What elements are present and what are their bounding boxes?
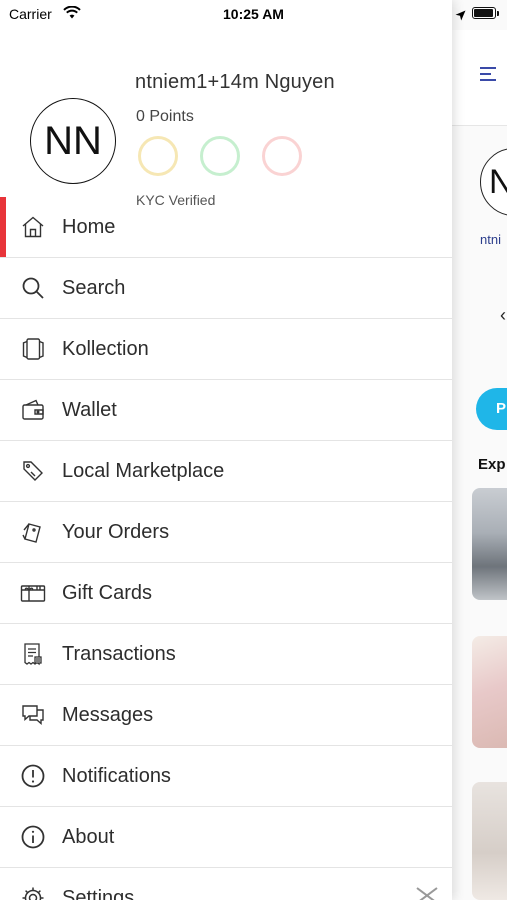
background-screen: N ntni ‹ P Exp <box>452 0 507 900</box>
user-name: ntniem1+14m Nguyen <box>135 71 335 93</box>
status-bar: Carrier 10:25 AM <box>0 0 507 30</box>
menu-item-label: Notifications <box>62 765 171 787</box>
menu-item-label: Search <box>62 277 126 299</box>
menu-item-label: Home <box>62 216 116 238</box>
info-icon <box>20 824 46 850</box>
menu-item-messages[interactable]: Messages <box>0 685 452 746</box>
drawer-menu: Home Search Kollection Wallet Local Mark… <box>0 197 452 900</box>
status-time: 10:25 AM <box>223 6 284 22</box>
avatar[interactable]: NN <box>30 98 116 184</box>
wallet-icon <box>20 397 46 423</box>
cards-icon <box>20 336 46 362</box>
side-drawer: NN ntniem1+14m Nguyen 0 Points KYC Verif… <box>0 0 452 900</box>
menu-item-search[interactable]: Search <box>0 258 452 319</box>
profile-header: NN ntniem1+14m Nguyen 0 Points KYC Verif… <box>0 30 452 208</box>
menu-item-kollection[interactable]: Kollection <box>0 319 452 380</box>
close-icon[interactable] <box>414 885 440 900</box>
chat-icon <box>20 702 46 728</box>
menu-item-home[interactable]: Home <box>0 197 452 258</box>
menu-item-label: Local Marketplace <box>62 460 225 482</box>
badge-ring <box>138 136 178 176</box>
gift-card-icon <box>20 580 46 606</box>
gear-icon <box>20 885 46 900</box>
menu-item-local-marketplace[interactable]: Local Marketplace <box>0 441 452 502</box>
chevron-left-icon[interactable]: ‹ <box>500 305 506 326</box>
orders-icon <box>20 519 46 545</box>
menu-item-label: Transactions <box>62 643 176 665</box>
menu-item-transactions[interactable]: Transactions <box>0 624 452 685</box>
search-icon <box>20 275 46 301</box>
badge-ring <box>262 136 302 176</box>
explore-card[interactable] <box>472 636 507 748</box>
badge-ring <box>200 136 240 176</box>
background-section-title: Exp <box>478 456 506 473</box>
background-username: ntni <box>480 232 501 247</box>
alert-icon <box>20 763 46 789</box>
location-arrow-icon <box>455 8 466 26</box>
menu-item-wallet[interactable]: Wallet <box>0 380 452 441</box>
background-header <box>452 30 507 126</box>
menu-item-label: Settings <box>62 887 135 900</box>
home-icon <box>20 214 46 240</box>
hamburger-menu-icon[interactable] <box>480 67 498 81</box>
menu-item-label: Wallet <box>62 399 117 421</box>
background-pill-button[interactable]: P <box>476 388 507 430</box>
battery-tip-icon <box>497 11 499 16</box>
menu-item-gift-cards[interactable]: Gift Cards <box>0 563 452 624</box>
background-avatar: N <box>480 148 507 216</box>
explore-card[interactable] <box>472 782 507 900</box>
explore-card[interactable] <box>472 488 507 600</box>
menu-item-your-orders[interactable]: Your Orders <box>0 502 452 563</box>
battery-icon <box>472 7 496 19</box>
menu-item-label: Messages <box>62 704 154 726</box>
menu-item-label: Kollection <box>62 338 149 360</box>
menu-item-label: Gift Cards <box>62 582 153 604</box>
menu-item-settings[interactable]: Settings <box>0 868 452 900</box>
tag-icon <box>20 458 46 484</box>
menu-item-label: Your Orders <box>62 521 170 543</box>
menu-item-about[interactable]: About <box>0 807 452 868</box>
receipt-icon <box>20 641 46 667</box>
menu-item-notifications[interactable]: Notifications <box>0 746 452 807</box>
points-label: 0 Points <box>136 108 194 125</box>
menu-item-label: About <box>62 826 115 848</box>
